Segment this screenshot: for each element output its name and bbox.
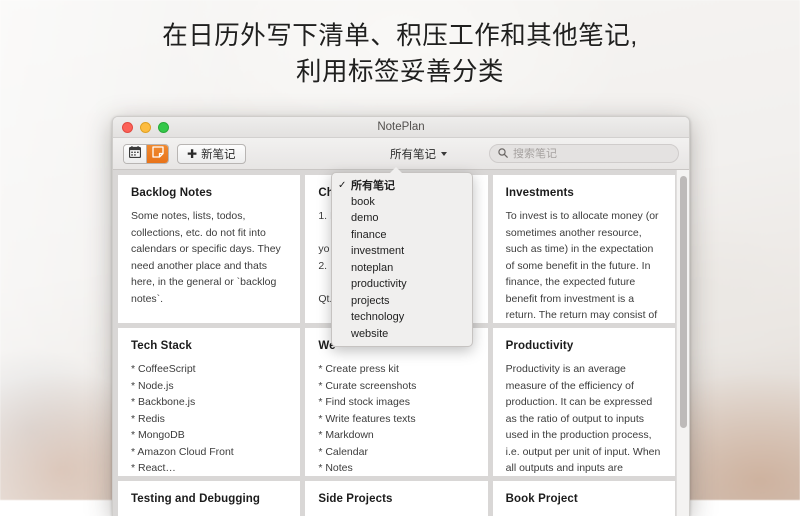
note-card-investments[interactable]: Investments To invest is to allocate mon… [493, 175, 675, 323]
dropdown-item-label: finance [351, 229, 386, 241]
dropdown-item-productivity[interactable]: productivity [332, 276, 472, 293]
check-icon: ✓ [338, 180, 351, 191]
new-note-button[interactable]: ✚ 新笔记 [177, 144, 246, 164]
note-card-website[interactable]: We * Create press kit * Curate screensho… [305, 328, 487, 476]
dropdown-item-label: book [351, 196, 375, 208]
note-title: Side Projects [318, 493, 474, 505]
note-card-productivity[interactable]: Productivity Productivity is an average … [493, 328, 675, 476]
dropdown-item-book[interactable]: book [332, 194, 472, 211]
dropdown-item-label: 所有笔记 [351, 177, 395, 193]
dropdown-item-finance[interactable]: finance [332, 227, 472, 244]
new-note-label: 新笔记 [201, 146, 236, 162]
note-body: * CoffeeScript * Node.js * Backbone.js *… [131, 361, 287, 476]
dropdown-item-label: noteplan [351, 262, 393, 274]
notes-scrollbar[interactable] [676, 170, 689, 516]
dropdown-item-investment[interactable]: investment [332, 243, 472, 260]
note-body: * Create press kit * Curate screenshots … [318, 361, 474, 476]
marketing-headline: 在日历外写下清单、积压工作和其他笔记, 利用标签妥善分类 [0, 18, 800, 90]
dropdown-item-label: productivity [351, 278, 407, 290]
dropdown-item-website[interactable]: website [332, 326, 472, 343]
dropdown-item-demo[interactable]: demo [332, 210, 472, 227]
dropdown-item-label: website [351, 328, 388, 340]
window-title: NotePlan [113, 121, 689, 133]
dropdown-item-technology[interactable]: technology [332, 309, 472, 326]
calendar-icon [129, 145, 141, 163]
search-input[interactable] [513, 148, 670, 160]
plus-icon: ✚ [187, 148, 197, 160]
zoom-button[interactable] [158, 122, 169, 133]
dropdown-item-projects[interactable]: projects [332, 293, 472, 310]
search-icon [498, 145, 508, 163]
note-card-side-projects[interactable]: Side Projects [305, 481, 487, 516]
dropdown-item-label: demo [351, 212, 379, 224]
dropdown-item-label: projects [351, 295, 390, 307]
note-body: To invest is to allocate money (or somet… [506, 208, 662, 323]
note-card-tech-stack[interactable]: Tech Stack * CoffeeScript * Node.js * Ba… [118, 328, 300, 476]
notes-scrollbar-thumb[interactable] [680, 176, 687, 428]
note-title: Investments [506, 187, 662, 199]
note-title: Tech Stack [131, 340, 287, 352]
notes-filter-dropdown-menu[interactable]: ✓所有笔记 book demo finance investment noteplan pr… [331, 172, 473, 347]
view-mode-segmented-control[interactable] [123, 144, 169, 164]
notes-view-button[interactable] [146, 145, 168, 163]
app-toolbar: ✚ 新笔记 所有笔记 [113, 138, 689, 170]
note-card-backlog-notes[interactable]: Backlog Notes Some notes, lists, todos, … [118, 175, 300, 323]
search-field[interactable] [489, 144, 679, 163]
note-title: Book Project [506, 493, 662, 505]
dropdown-item-label: investment [351, 245, 404, 257]
traffic-light-group [122, 122, 169, 133]
dropdown-item-label: technology [351, 311, 404, 323]
note-card-testing-and-debugging[interactable]: Testing and Debugging [118, 481, 300, 516]
minimize-button[interactable] [140, 122, 151, 133]
window-titlebar: NotePlan [113, 117, 689, 138]
note-title: Testing and Debugging [131, 493, 287, 505]
note-body: Productivity is an average measure of th… [506, 361, 662, 476]
calendar-view-button[interactable] [124, 145, 146, 163]
chevron-down-icon [441, 152, 447, 156]
close-button[interactable] [122, 122, 133, 133]
filter-label: 所有笔记 [390, 146, 436, 162]
note-title: Backlog Notes [131, 187, 287, 199]
note-title: Productivity [506, 340, 662, 352]
dropdown-item-noteplan[interactable]: noteplan [332, 260, 472, 277]
note-icon [152, 145, 164, 163]
notes-filter-dropdown-button[interactable]: 所有笔记 [382, 144, 453, 164]
note-body: Some notes, lists, todos, collections, e… [131, 208, 287, 323]
dropdown-item-所有笔记[interactable]: ✓所有笔记 [332, 177, 472, 194]
note-card-book-project[interactable]: Book Project [493, 481, 675, 516]
